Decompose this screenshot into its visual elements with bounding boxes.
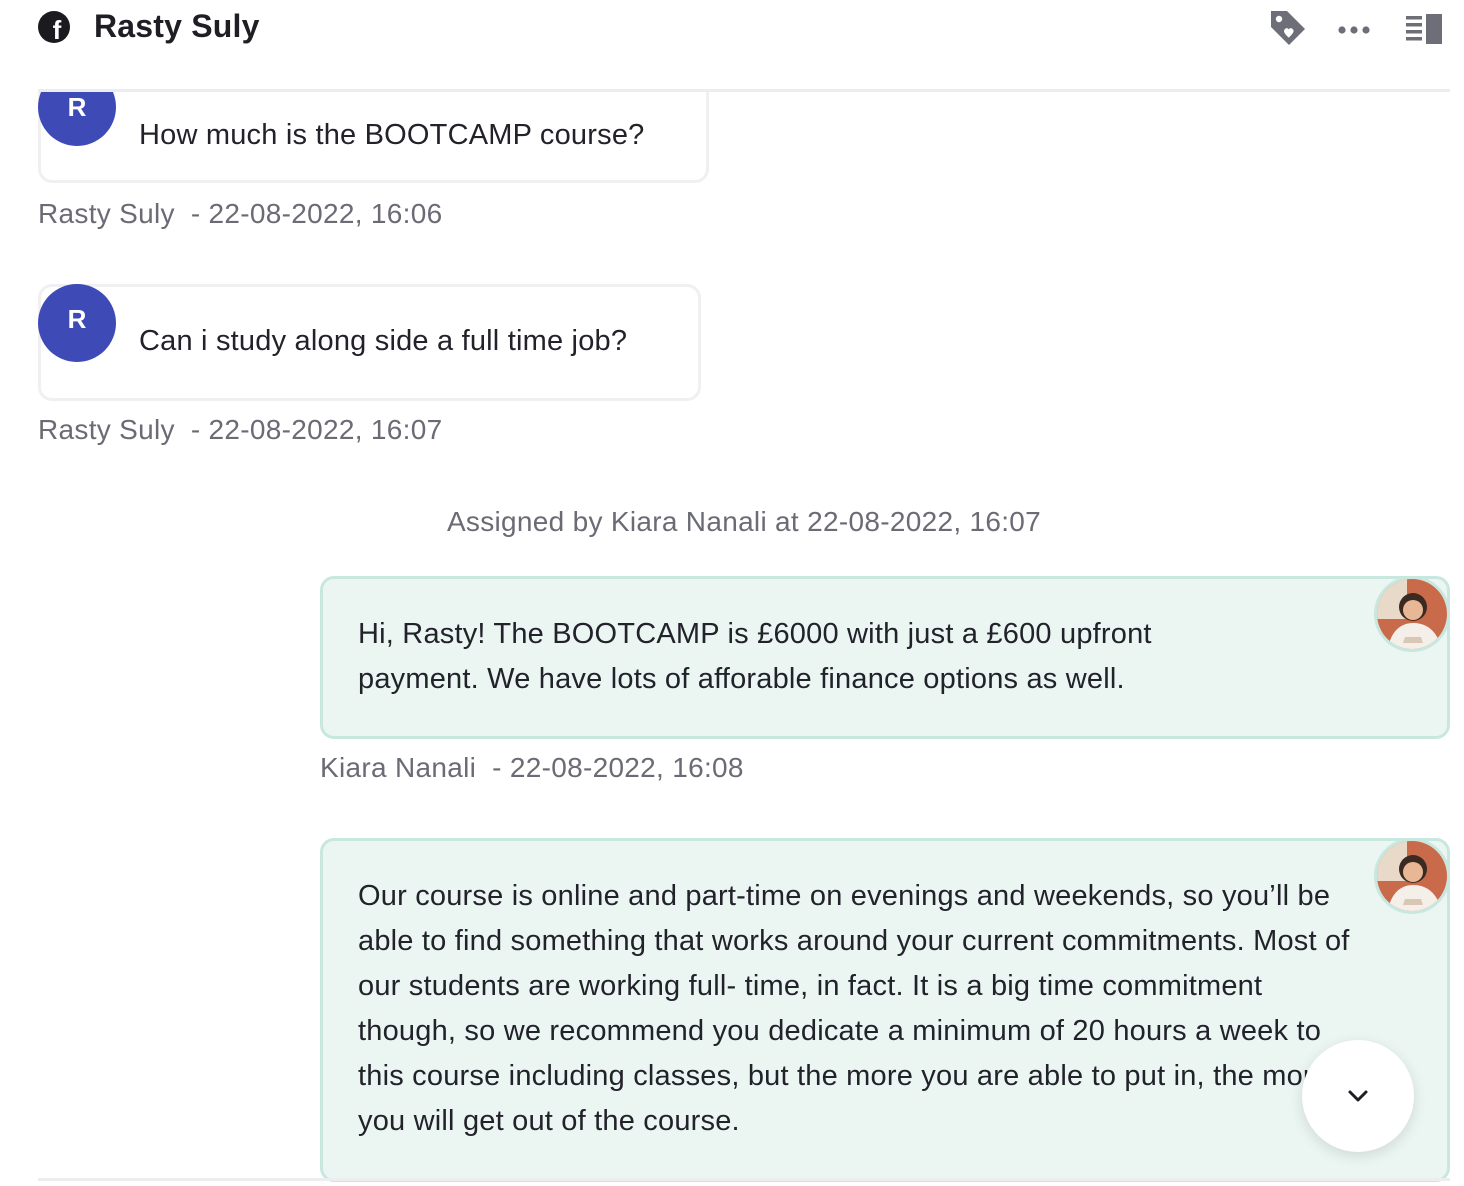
header-divider (38, 89, 1450, 92)
message-text: Our course is online and part-time on ev… (358, 880, 1350, 1137)
toggle-side-panel-button[interactable] (1402, 6, 1446, 50)
conversation-header: f Rasty Suly (0, 0, 1464, 92)
agent-avatar (1374, 576, 1450, 652)
message-text: Can i study along side a full time job? (139, 325, 628, 357)
message-timestamp: - 22-08-2022, 16:08 (492, 752, 744, 783)
facebook-icon: f (38, 11, 70, 43)
sender-name: Rasty Suly (38, 198, 175, 229)
outgoing-message: Hi, Rasty! The BOOTCAMP is £6000 with ju… (320, 576, 1450, 739)
message-text: Hi, Rasty! The BOOTCAMP is £6000 with ju… (358, 618, 1152, 695)
tag-button[interactable] (1266, 6, 1310, 50)
sender-name: Kiara Nanali (320, 752, 477, 783)
message-timestamp: - 22-08-2022, 16:07 (190, 414, 443, 445)
message-meta: Rasty Suly - 22-08-2022, 16:07 (38, 414, 443, 446)
message-text: How much is the BOOTCAMP course? (139, 119, 645, 151)
incoming-message: Can i study along side a full time job? (38, 284, 701, 401)
contact-name[interactable]: Rasty Suly (94, 8, 260, 45)
message-meta: Rasty Suly - 22-08-2022, 16:06 (38, 198, 443, 230)
scroll-to-bottom-button[interactable] (1302, 1040, 1414, 1152)
more-options-icon (1338, 26, 1370, 34)
toggle-side-panel-icon (1406, 14, 1442, 44)
chevron-down-icon (1348, 1090, 1368, 1102)
tag-icon (1271, 11, 1305, 45)
outgoing-message: Our course is online and part-time on ev… (320, 838, 1450, 1182)
composer-divider (38, 1178, 1450, 1181)
contact-avatar: R (38, 284, 116, 362)
message-thread[interactable]: How much is the BOOTCAMP course? R Rasty… (0, 92, 1464, 1186)
more-options-button[interactable] (1332, 6, 1376, 50)
agent-avatar (1374, 838, 1450, 914)
assignment-note: Assigned by Kiara Nanali at 22-08-2022, … (446, 506, 1042, 537)
message-meta: Kiara Nanali - 22-08-2022, 16:08 (320, 752, 744, 784)
incoming-message: How much is the BOOTCAMP course? (38, 92, 709, 183)
message-timestamp: - 22-08-2022, 16:06 (190, 198, 443, 229)
sender-name: Rasty Suly (38, 414, 175, 445)
